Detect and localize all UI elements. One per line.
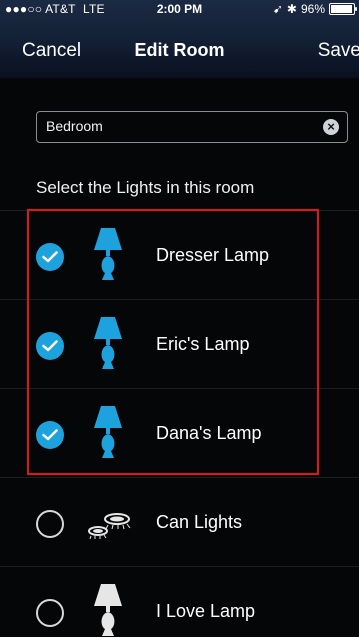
- checkmark-icon[interactable]: [36, 243, 64, 271]
- battery-percent: 96%: [300, 2, 325, 16]
- check-glyph: [42, 429, 58, 441]
- clear-icon[interactable]: ×: [323, 119, 339, 135]
- light-label: Can Lights: [156, 512, 243, 532]
- status-icons: ➹ ✱ 96%: [272, 0, 357, 18]
- room-name-field[interactable]: Bedroom ×: [36, 111, 348, 143]
- checkmark-icon[interactable]: [36, 332, 64, 360]
- check-glyph: [42, 340, 58, 352]
- section-label: Select the Lights in this room: [36, 178, 255, 197]
- save-button[interactable]: Save: [318, 40, 359, 62]
- battery-icon: [329, 3, 357, 15]
- circle-outline-icon[interactable]: [36, 510, 64, 538]
- can-lights-icon: [88, 513, 131, 540]
- light-row-can-lights[interactable]: Can Lights: [0, 478, 359, 567]
- room-name-value[interactable]: Bedroom: [46, 118, 103, 134]
- light-label: I Love Lamp: [156, 601, 256, 621]
- check-glyph: [42, 251, 58, 263]
- light-row-i-love-lamp[interactable]: I Love Lamp: [0, 567, 359, 637]
- light-label: Dana's Lamp: [156, 423, 262, 443]
- nav-bar: Cancel Edit Room Save: [0, 18, 359, 78]
- table-lamp-icon: [94, 317, 122, 369]
- screen: ●●●○○ AT&T LTE 2:00 PM ➹ ✱ 96% Cancel Ed…: [0, 0, 359, 637]
- light-row-erics-lamp[interactable]: Eric's Lamp: [0, 300, 359, 389]
- light-label: Dresser Lamp: [156, 245, 270, 265]
- location-icon: ➹: [272, 2, 283, 16]
- circle-outline-icon[interactable]: [36, 599, 64, 627]
- table-lamp-icon: [94, 584, 122, 636]
- light-row-danas-lamp[interactable]: Dana's Lamp: [0, 389, 359, 478]
- light-row-dresser-lamp[interactable]: Dresser Lamp: [0, 211, 359, 300]
- table-lamp-icon: [94, 406, 122, 458]
- top-bar: ●●●○○ AT&T LTE 2:00 PM ➹ ✱ 96% Cancel Ed…: [0, 0, 359, 78]
- checkmark-icon[interactable]: [36, 421, 64, 449]
- table-lamp-icon: [94, 228, 122, 280]
- status-bar: ●●●○○ AT&T LTE 2:00 PM ➹ ✱ 96%: [0, 0, 359, 18]
- page-title: Edit Room: [134, 40, 225, 60]
- bluetooth-icon: ✱: [286, 2, 297, 16]
- light-label: Eric's Lamp: [156, 334, 250, 354]
